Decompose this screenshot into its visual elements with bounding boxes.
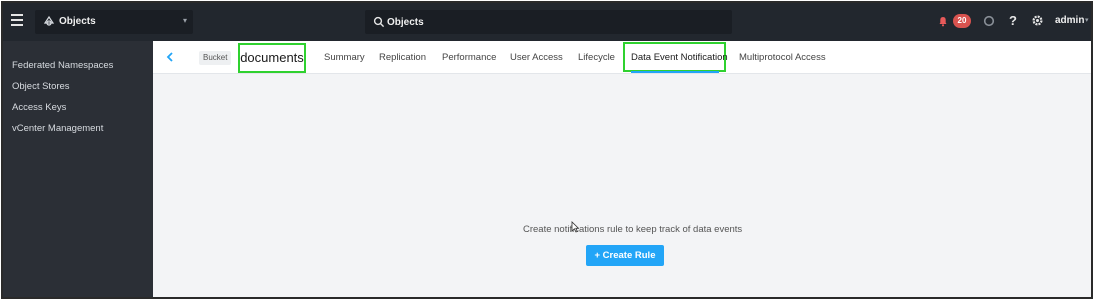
gear-icon[interactable] bbox=[1031, 14, 1044, 27]
global-search[interactable] bbox=[365, 10, 732, 34]
empty-state-message: Create notifications rule to keep track … bbox=[523, 224, 743, 235]
sidebar-item-federated-namespaces[interactable]: Federated Namespaces bbox=[12, 60, 113, 71]
sidebar-item-access-keys[interactable]: Access Keys bbox=[12, 102, 66, 113]
user-menu[interactable]: admin bbox=[1055, 15, 1084, 26]
tab-performance[interactable]: Performance bbox=[442, 52, 496, 63]
chevron-down-icon: ▾ bbox=[1085, 17, 1089, 24]
app-name: Objects bbox=[59, 16, 96, 27]
tab-lifecycle[interactable]: Lifecycle bbox=[578, 52, 615, 63]
bucket-name: documents bbox=[238, 43, 306, 73]
search-icon bbox=[373, 16, 385, 28]
sidebar: Federated Namespaces Object Stores Acces… bbox=[3, 41, 153, 297]
status-circle-icon[interactable] bbox=[983, 15, 995, 27]
top-bar: Objects ▾ 20 ? admin ▾ bbox=[3, 3, 1091, 41]
search-input[interactable] bbox=[387, 13, 717, 31]
back-chevron-icon[interactable] bbox=[165, 51, 175, 63]
bell-icon[interactable] bbox=[937, 15, 949, 27]
sidebar-item-object-stores[interactable]: Object Stores bbox=[12, 81, 70, 92]
bucket-header: Bucket documents Summary Replication Per… bbox=[153, 41, 1091, 74]
mouse-cursor bbox=[571, 221, 579, 233]
objects-app-icon bbox=[43, 15, 55, 26]
active-tab-underline bbox=[631, 71, 719, 73]
app-window: Objects ▾ 20 ? admin ▾ Federated Namespa… bbox=[1, 1, 1093, 299]
chevron-down-icon: ▾ bbox=[182, 16, 187, 25]
main-content: Create notifications rule to keep track … bbox=[153, 75, 1091, 297]
notification-badge[interactable]: 20 bbox=[953, 14, 971, 28]
tab-multiprotocol-access[interactable]: Multiprotocol Access bbox=[739, 52, 826, 63]
tab-data-event-notification[interactable]: Data Event Notification bbox=[631, 52, 728, 63]
tab-summary[interactable]: Summary bbox=[324, 52, 365, 63]
hamburger-icon[interactable] bbox=[11, 14, 23, 26]
sidebar-item-vcenter-management[interactable]: vCenter Management bbox=[12, 123, 103, 134]
tab-replication[interactable]: Replication bbox=[379, 52, 426, 63]
help-icon[interactable]: ? bbox=[1009, 13, 1017, 28]
app-selector[interactable]: Objects ▾ bbox=[35, 10, 193, 34]
create-rule-button[interactable]: + Create Rule bbox=[586, 245, 664, 266]
bucket-tag: Bucket bbox=[199, 51, 232, 65]
tab-user-access[interactable]: User Access bbox=[510, 52, 563, 63]
